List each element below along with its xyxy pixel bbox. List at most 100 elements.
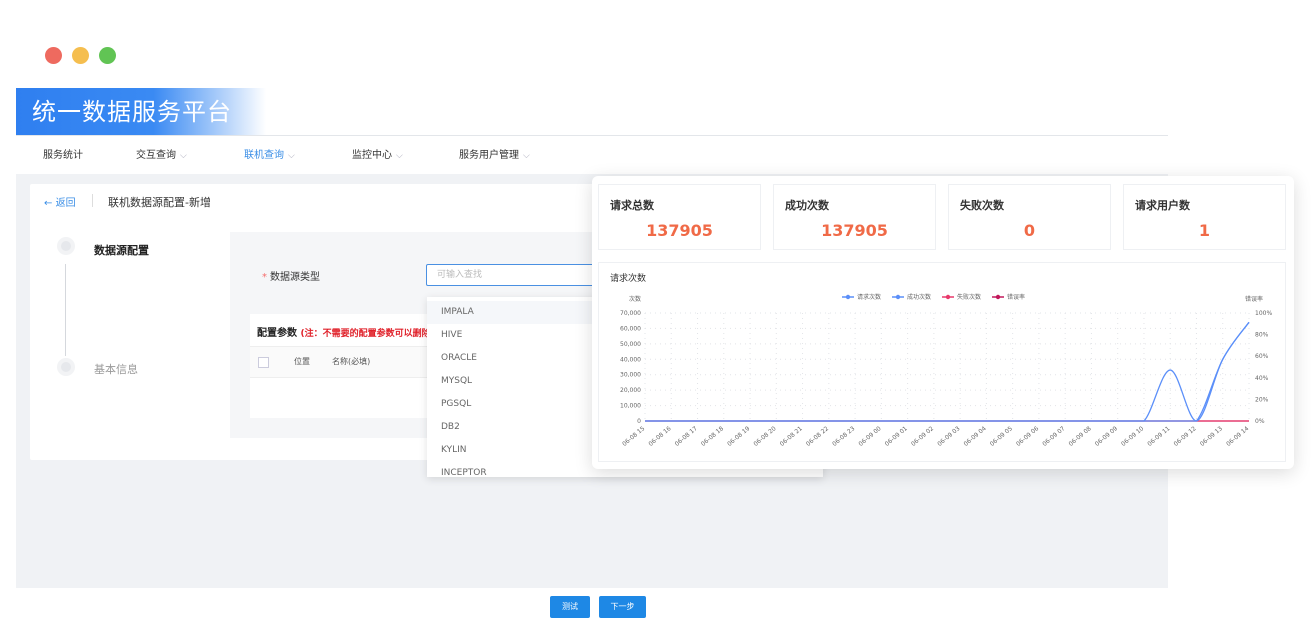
params-title-text: 配置参数 — [257, 328, 297, 339]
y2-tick-label: 80% — [1255, 332, 1269, 339]
legend-label[interactable]: 请求次数 — [857, 293, 881, 301]
y2-tick-label: 0% — [1255, 418, 1265, 425]
nav-item-monitoring[interactable]: 监控中心 ⌵ — [352, 136, 403, 174]
x-tick-label: 06-09 11 — [1146, 425, 1171, 448]
arrow-left-icon: ← — [44, 198, 53, 209]
stat-value: 0 — [1023, 221, 1036, 240]
nav-item-interactive-query[interactable]: 交互查询 ⌵ — [136, 136, 187, 174]
page-title: 联机数据源配置-新增 — [108, 196, 211, 209]
back-button[interactable]: ← 返回 — [44, 194, 76, 209]
select-placeholder: 可输入查找 — [437, 270, 483, 280]
x-tick-label: 06-09 03 — [936, 425, 961, 448]
stat-value: 1 — [1198, 221, 1211, 240]
column-header-position: 位置 — [294, 357, 310, 366]
params-note: (注：不需要的配置参数可以删除 — [300, 329, 431, 339]
stat-label: 成功次数 — [785, 199, 829, 212]
legend-label[interactable]: 成功次数 — [907, 293, 931, 301]
request-chart-card: 请求次数 次数 错误率 0 10,000 20,000 30,000 40,000 50,00… — [598, 262, 1286, 462]
x-tick-label: 06-09 05 — [989, 425, 1014, 448]
legend-marker — [895, 294, 901, 300]
y-tick-label: 10,000 — [620, 403, 641, 410]
stat-label: 请求用户数 — [1135, 199, 1190, 212]
test-button[interactable]: 测试 — [550, 596, 590, 618]
y-tick-label: 50,000 — [620, 341, 641, 348]
x-tick-label: 06-08 17 — [674, 425, 699, 448]
minimize-window-dot[interactable] — [72, 47, 89, 64]
y2-axis-title: 错误率 — [1245, 295, 1263, 303]
x-tick-label: 06-09 14 — [1225, 425, 1250, 448]
step-1-label[interactable]: 数据源配置 — [94, 242, 149, 258]
step-connector — [65, 264, 66, 356]
x-tick-label: 06-09 07 — [1041, 425, 1066, 448]
y-tick-label: 40,000 — [620, 356, 641, 363]
app-title: 统一数据服务平台 — [16, 88, 266, 136]
next-step-button[interactable]: 下一步 — [599, 596, 646, 618]
x-tick-label: 06-09 10 — [1120, 425, 1145, 448]
x-tick-label: 06-09 12 — [1173, 425, 1198, 448]
nav-item-label: 联机查询 — [244, 150, 284, 161]
params-title: 配置参数 (注：不需要的配置参数可以删除 — [257, 324, 431, 339]
stat-value: 137905 — [821, 221, 888, 240]
table-header: 位置 名称(必填) — [250, 346, 450, 378]
nav-item-user-management[interactable]: 服务用户管理 ⌵ — [459, 136, 530, 174]
x-tick-label: 06-09 09 — [1094, 425, 1119, 448]
stat-card-success-count: 成功次数 137905 — [773, 184, 936, 250]
stat-label: 失败次数 — [960, 199, 1004, 212]
x-tick-label: 06-09 04 — [963, 425, 988, 448]
close-window-dot[interactable] — [45, 47, 62, 64]
nav-item-label: 交互查询 — [136, 150, 176, 161]
breadcrumb-divider — [92, 194, 93, 207]
stat-label: 请求总数 — [610, 199, 654, 212]
y-axis-title: 次数 — [629, 295, 641, 303]
nav-item-online-query[interactable]: 联机查询 ⌵ — [244, 136, 295, 174]
legend-label[interactable]: 错误率 — [1007, 293, 1025, 301]
stat-card-total-requests: 请求总数 137905 — [598, 184, 761, 250]
nav-item-label: 监控中心 — [352, 150, 392, 161]
y-tick-label: 30,000 — [620, 372, 641, 379]
y-tick-label: 0 — [637, 418, 641, 425]
y2-tick-label: 100% — [1255, 310, 1272, 317]
x-tick-label: 06-08 18 — [700, 425, 725, 448]
top-nav: 服务统计 交互查询 ⌵ 联机查询 ⌵ 监控中心 ⌵ 服务用户管理 ⌵ — [16, 136, 1168, 174]
x-tick-label: 06-08 19 — [726, 425, 751, 448]
chevron-down-icon: ⌵ — [288, 151, 295, 161]
x-tick-label: 06-08 23 — [831, 425, 856, 448]
x-tick-label: 06-08 20 — [752, 425, 777, 448]
x-tick-label: 06-08 15 — [621, 425, 646, 448]
x-tick-label: 06-08 16 — [647, 425, 672, 448]
step-1-circle-icon — [57, 237, 75, 255]
y2-tick-label: 20% — [1255, 396, 1269, 403]
chevron-down-icon: ⌵ — [523, 151, 530, 161]
y2-tick-label: 60% — [1255, 353, 1269, 360]
nav-item-label: 服务统计 — [43, 150, 83, 161]
y2-tick-label: 40% — [1255, 375, 1269, 382]
chevron-down-icon: ⌵ — [180, 151, 187, 161]
legend-marker — [845, 294, 851, 300]
nav-item-label: 服务用户管理 — [459, 150, 519, 161]
config-params-table: 配置参数 (注：不需要的配置参数可以删除 位置 名称(必填) — [250, 314, 450, 418]
column-header-name: 名称(必填) — [332, 357, 371, 366]
y-tick-label: 60,000 — [620, 325, 641, 332]
request-line-chart: 次数 错误率 0 10,000 20,000 30,000 40,000 50,000 60,0… — [620, 293, 1272, 448]
y-tick-label: 20,000 — [620, 387, 641, 394]
x-tick-label: 06-09 13 — [1199, 425, 1224, 448]
nav-item-service-stats[interactable]: 服务统计 — [43, 136, 83, 174]
x-tick-label: 06-09 00 — [857, 425, 882, 448]
legend-marker — [945, 294, 951, 300]
y-tick-label: 70,000 — [620, 310, 641, 317]
x-tick-label: 06-09 08 — [1068, 425, 1093, 448]
dashboard-panel: 请求总数 137905 成功次数 137905 失败次数 0 请求用户数 1 请… — [592, 176, 1294, 469]
required-mark: * — [262, 272, 267, 283]
step-2-label[interactable]: 基本信息 — [94, 361, 138, 377]
legend-label[interactable]: 失败次数 — [957, 293, 981, 301]
x-tick-label: 06-08 21 — [779, 425, 804, 448]
stat-value: 137905 — [646, 221, 713, 240]
datasource-type-label: * 数据源类型 — [262, 268, 320, 283]
window-controls — [45, 47, 116, 64]
select-all-checkbox[interactable] — [258, 357, 269, 368]
x-tick-label: 06-09 01 — [884, 425, 909, 448]
stat-card-failure-count: 失败次数 0 — [948, 184, 1111, 250]
step-2-circle-icon — [57, 358, 75, 376]
back-label: 返回 — [55, 198, 76, 209]
maximize-window-dot[interactable] — [99, 47, 116, 64]
